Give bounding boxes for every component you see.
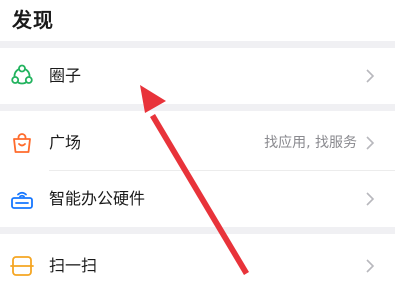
section-separator [0, 41, 395, 48]
menu-item-subtitle: 找应用, 找服务 [264, 135, 357, 151]
menu-item-label: 扫一扫 [49, 256, 98, 275]
menu-item-smart-office-hardware[interactable]: 智能办公硬件 [0, 171, 395, 227]
menu-item-label: 广场 [49, 133, 82, 152]
discover-screen: 发现 圈子 广场 找应用, 找服务 智能办公硬件 扫一扫 [0, 0, 395, 303]
menu-item-plaza[interactable]: 广场 找应用, 找服务 [0, 115, 395, 171]
menu-item-label: 智能办公硬件 [49, 189, 146, 208]
page-title: 发现 [12, 8, 54, 32]
shopping-bag-icon [10, 131, 34, 155]
scan-icon [10, 254, 34, 278]
menu-item-label: 圈子 [49, 66, 82, 85]
section-separator [0, 104, 395, 111]
menu-item-circles[interactable]: 圈子 [0, 48, 395, 104]
chevron-right-icon [364, 257, 376, 275]
chevron-right-icon [364, 67, 376, 85]
circle-network-icon [10, 64, 34, 88]
chevron-right-icon [364, 190, 376, 208]
device-wifi-icon [10, 187, 34, 211]
menu-item-scan[interactable]: 扫一扫 [0, 238, 395, 294]
section-separator [0, 227, 395, 234]
chevron-right-icon [364, 134, 376, 152]
